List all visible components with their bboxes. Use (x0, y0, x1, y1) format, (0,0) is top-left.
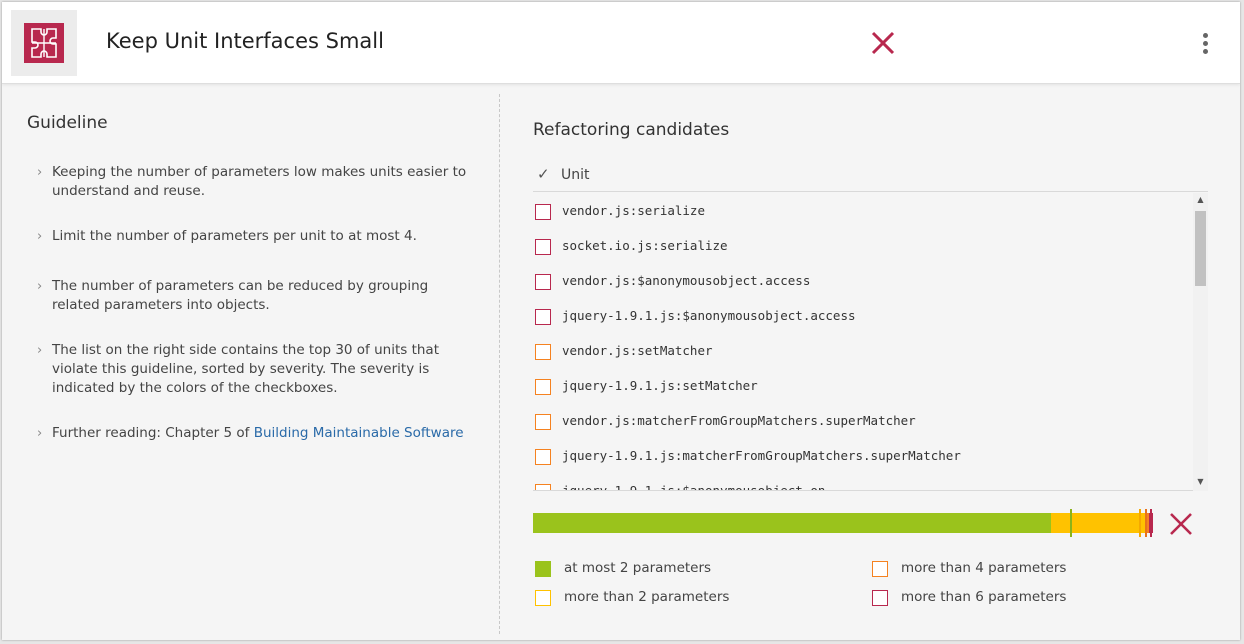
severity-marker (1150, 509, 1152, 537)
severity-checkbox[interactable] (535, 379, 551, 395)
guideline-item: › The list on the right side contains th… (37, 342, 439, 396)
select-all-check-icon[interactable]: ✓ (537, 165, 550, 183)
list-item[interactable]: vendor.js:setMatcher (533, 333, 1191, 368)
unit-name[interactable]: jquery-1.9.1.js:setMatcher (562, 378, 758, 393)
severity-checkbox[interactable] (535, 414, 551, 430)
unit-name[interactable]: socket.io.js:serialize (562, 238, 728, 253)
guideline-panel: Guideline › Keeping the number of parame… (2, 84, 499, 640)
candidates-title: Refactoring candidates (533, 120, 730, 140)
unit-column-label: Unit (561, 167, 590, 183)
list-item[interactable]: vendor.js:matcherFromGroupMatchers.super… (533, 403, 1191, 438)
list-item[interactable]: jquery-1.9.1.js:setMatcher (533, 368, 1191, 403)
panel-divider (499, 94, 500, 634)
severity-marker (1139, 509, 1141, 537)
severity-checkbox[interactable] (535, 309, 551, 325)
severity-checkbox[interactable] (535, 344, 551, 360)
unit-name[interactable]: vendor.js:setMatcher (562, 343, 713, 358)
chevron-right-icon: › (37, 229, 43, 244)
unit-column-header: ✓ Unit (533, 164, 1208, 192)
legend-label: more than 6 parameters (901, 589, 1067, 605)
guideline-item: › Keeping the number of parameters low m… (37, 164, 467, 199)
close-button[interactable] (868, 28, 898, 58)
chevron-right-icon: › (37, 343, 43, 358)
bar-close-button[interactable] (1168, 511, 1194, 537)
severity-checkbox[interactable] (535, 274, 551, 290)
unit-name[interactable]: jquery-1.9.1.js:$anonymousobject.access (562, 308, 856, 323)
unit-name[interactable]: jquery-1.9.1.js:$anonymousobject.on (562, 483, 825, 490)
chevron-right-icon: › (37, 426, 43, 441)
unit-name[interactable]: vendor.js:serialize (562, 203, 705, 218)
list-item[interactable]: jquery-1.9.1.js:$anonymousobject.access (533, 298, 1191, 333)
close-icon (871, 31, 895, 55)
unit-name[interactable]: vendor.js:$anonymousobject.access (562, 273, 810, 288)
guideline-item: › Further reading: Chapter 5 of Building… (37, 425, 464, 441)
scroll-up-arrow-icon[interactable]: ▲ (1193, 195, 1208, 209)
guideline-title: Guideline (27, 113, 108, 133)
close-icon (1170, 513, 1192, 535)
severity-marker (1070, 509, 1072, 537)
guideline-item: › The number of parameters can be reduce… (37, 278, 429, 313)
severity-segment-yellow (1051, 513, 1145, 533)
list-item[interactable]: vendor.js:serialize (533, 193, 1191, 228)
legend-label: at most 2 parameters (564, 560, 712, 576)
legend-swatch (872, 590, 888, 606)
severity-checkbox[interactable] (535, 484, 551, 490)
severity-checkbox[interactable] (535, 449, 551, 465)
severity-bar (533, 509, 1153, 537)
legend-swatch (872, 561, 888, 577)
further-reading-link[interactable]: Building Maintainable Software (254, 425, 464, 441)
list-item[interactable]: jquery-1.9.1.js:matcherFromGroupMatchers… (533, 438, 1191, 473)
legend-swatch (535, 590, 551, 606)
chevron-right-icon: › (37, 165, 43, 180)
scrollbar-thumb[interactable] (1195, 211, 1206, 286)
app-logo (11, 10, 77, 76)
unit-name[interactable]: vendor.js:matcherFromGroupMatchers.super… (562, 413, 916, 428)
scroll-down-arrow-icon[interactable]: ▼ (1193, 477, 1208, 491)
severity-checkbox[interactable] (535, 239, 551, 255)
list-item[interactable]: vendor.js:$anonymousobject.access (533, 263, 1191, 298)
list-item[interactable]: socket.io.js:serialize (533, 228, 1191, 263)
severity-marker (1145, 509, 1147, 537)
puzzle-icon (24, 23, 64, 63)
guideline-card: Keep Unit Interfaces Small Guideline › K… (2, 2, 1240, 640)
page-title: Keep Unit Interfaces Small (106, 29, 384, 53)
candidates-list: vendor.js:serialize socket.io.js:serializ… (533, 193, 1208, 491)
scrollbar[interactable]: ▲ ▼ (1193, 193, 1208, 491)
legend-swatch (535, 561, 551, 577)
header-bar: Keep Unit Interfaces Small (2, 2, 1240, 84)
kebab-menu-icon[interactable] (1194, 28, 1218, 58)
severity-checkbox[interactable] (535, 204, 551, 220)
guideline-item: › Limit the number of parameters per uni… (37, 228, 417, 244)
severity-segment-green (533, 513, 1051, 533)
list-item[interactable]: jquery-1.9.1.js:$anonymousobject.on (533, 473, 1191, 490)
legend-label: more than 4 parameters (901, 560, 1067, 576)
unit-name[interactable]: jquery-1.9.1.js:matcherFromGroupMatchers… (562, 448, 961, 463)
legend-label: more than 2 parameters (564, 589, 730, 605)
chevron-right-icon: › (37, 279, 43, 294)
